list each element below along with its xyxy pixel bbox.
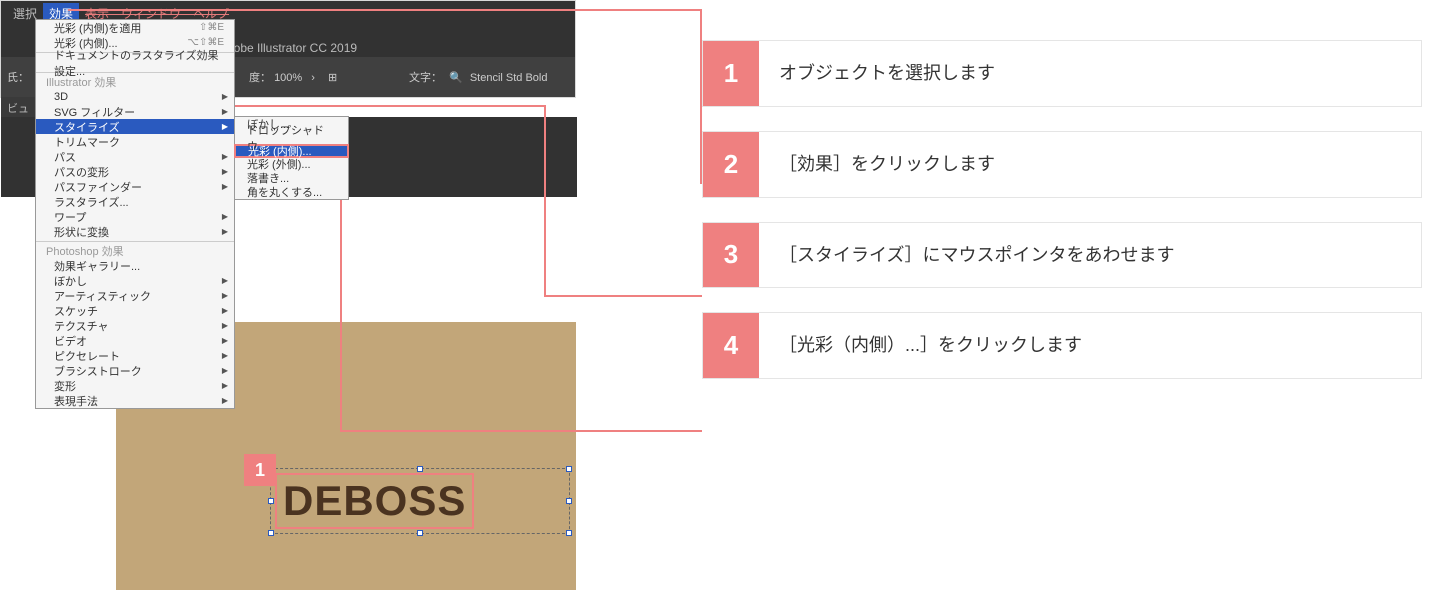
step-3: 3 ［スタイライズ］にマウスポインタをあわせます	[702, 222, 1422, 289]
label: 光彩 (内側)を適用	[54, 20, 141, 36]
menu-raster-settings[interactable]: ドキュメントのラスタライズ効果設定...	[36, 55, 234, 70]
menu-video[interactable]: ビデオ	[36, 333, 234, 348]
left-label: 氏：	[7, 69, 29, 85]
app-title: Adobe Illustrator CC 2019	[219, 41, 357, 55]
font-label: 文字：	[409, 72, 442, 84]
menu-pathfinder[interactable]: パスファインダー	[36, 179, 234, 194]
step-text: ［光彩（内側）...］をクリックします	[759, 313, 1421, 378]
illustrator-window: 選択 効果 表示 ウィンドウ ヘルプ Adobe Illustrator CC …	[0, 0, 576, 98]
selected-text-object[interactable]: DEBOSS	[270, 468, 570, 534]
handle-icon[interactable]	[566, 530, 572, 536]
grid-icon[interactable]: ⊞	[328, 72, 337, 84]
zoom-label: 度：	[249, 72, 271, 84]
step-text: オブジェクトを選択します	[759, 41, 1421, 106]
menu-effect-gallery[interactable]: 効果ギャラリー...	[36, 258, 234, 273]
submenu-round-corners[interactable]: 角を丸くする...	[235, 185, 348, 199]
font-field[interactable]: 文字： 🔍 Stencil Std Bold	[409, 69, 547, 85]
menu-blur[interactable]: ぼかし	[36, 273, 234, 288]
text-box: DEBOSS	[275, 473, 474, 529]
menu-stylize[interactable]: スタイライズ	[36, 119, 234, 134]
handle-icon[interactable]	[566, 498, 572, 504]
font-value: Stencil Std Bold	[470, 72, 548, 84]
menu-brush-stroke[interactable]: ブラシストローク	[36, 363, 234, 378]
handle-icon[interactable]	[417, 530, 423, 536]
connector-line	[544, 295, 702, 297]
search-icon: 🔍	[449, 72, 463, 84]
menu-svg-filter[interactable]: SVG フィルター	[36, 104, 234, 119]
step-text: ［スタイライズ］にマウスポインタをあわせます	[759, 223, 1421, 288]
menu-3d[interactable]: 3D	[36, 89, 234, 104]
menu-trim-marks[interactable]: トリムマーク	[36, 134, 234, 149]
menu-pixelate[interactable]: ピクセレート	[36, 348, 234, 363]
submenu-outer-glow[interactable]: 光彩 (外側)...	[235, 157, 348, 171]
zoom-value: 100%	[274, 72, 302, 84]
menu-path-distort[interactable]: パスの変形	[36, 164, 234, 179]
separator	[36, 241, 234, 242]
step-4: 4 ［光彩（内側）...］をクリックします	[702, 312, 1422, 379]
menu-path[interactable]: パス	[36, 149, 234, 164]
zoom-field[interactable]: 度： 100% › ⊞	[249, 69, 337, 85]
menu-sketch[interactable]: スケッチ	[36, 303, 234, 318]
connector-line	[340, 430, 702, 432]
connector-line	[340, 160, 342, 432]
stylize-submenu: ぼかし... ドロップシャドウ... 光彩 (内側)... 光彩 (外側)...…	[234, 116, 349, 200]
connector-line	[700, 9, 702, 184]
deboss-text: DEBOSS	[283, 477, 466, 524]
step-number: 3	[703, 223, 759, 288]
menu-apply-inner-glow[interactable]: 光彩 (内側)を適用 ⇧⌘E	[36, 20, 234, 35]
step-text: ［効果］をクリックします	[759, 132, 1421, 197]
menu-texture[interactable]: テクスチャ	[36, 318, 234, 333]
group-photoshop-effects: Photoshop 効果	[36, 244, 234, 258]
menu-artistic[interactable]: アーティスティック	[36, 288, 234, 303]
connector-line	[68, 9, 702, 11]
step-number: 4	[703, 313, 759, 378]
connector-line	[198, 105, 546, 107]
menu-stylize-ps[interactable]: 表現手法	[36, 393, 234, 408]
menu-warp[interactable]: ワープ	[36, 209, 234, 224]
steps-panel: 1 オブジェクトを選択します 2 ［効果］をクリックします 3 ［スタイライズ］…	[702, 40, 1422, 379]
handle-icon[interactable]	[417, 466, 423, 472]
handle-icon[interactable]	[268, 498, 274, 504]
side-tab[interactable]: ビュー)	[1, 97, 37, 117]
step-number: 2	[703, 132, 759, 197]
step-1: 1 オブジェクトを選択します	[702, 40, 1422, 107]
chevron-down-icon[interactable]: ›	[311, 72, 315, 84]
effects-dropdown: 光彩 (内側)を適用 ⇧⌘E 光彩 (内側)... ⌥⇧⌘E ドキュメントのラス…	[35, 19, 235, 409]
handle-icon[interactable]	[566, 466, 572, 472]
menu-rasterize[interactable]: ラスタライズ...	[36, 194, 234, 209]
submenu-scribble[interactable]: 落書き...	[235, 171, 348, 185]
menu-distort-ps[interactable]: 変形	[36, 378, 234, 393]
step-2: 2 ［効果］をクリックします	[702, 131, 1422, 198]
callout-badge-1: 1	[244, 454, 276, 486]
shortcut: ⇧⌘E	[199, 22, 224, 33]
menu-convert-shape[interactable]: 形状に変換	[36, 224, 234, 239]
handle-icon[interactable]	[268, 530, 274, 536]
connector-line	[544, 105, 546, 297]
step-number: 1	[703, 41, 759, 106]
